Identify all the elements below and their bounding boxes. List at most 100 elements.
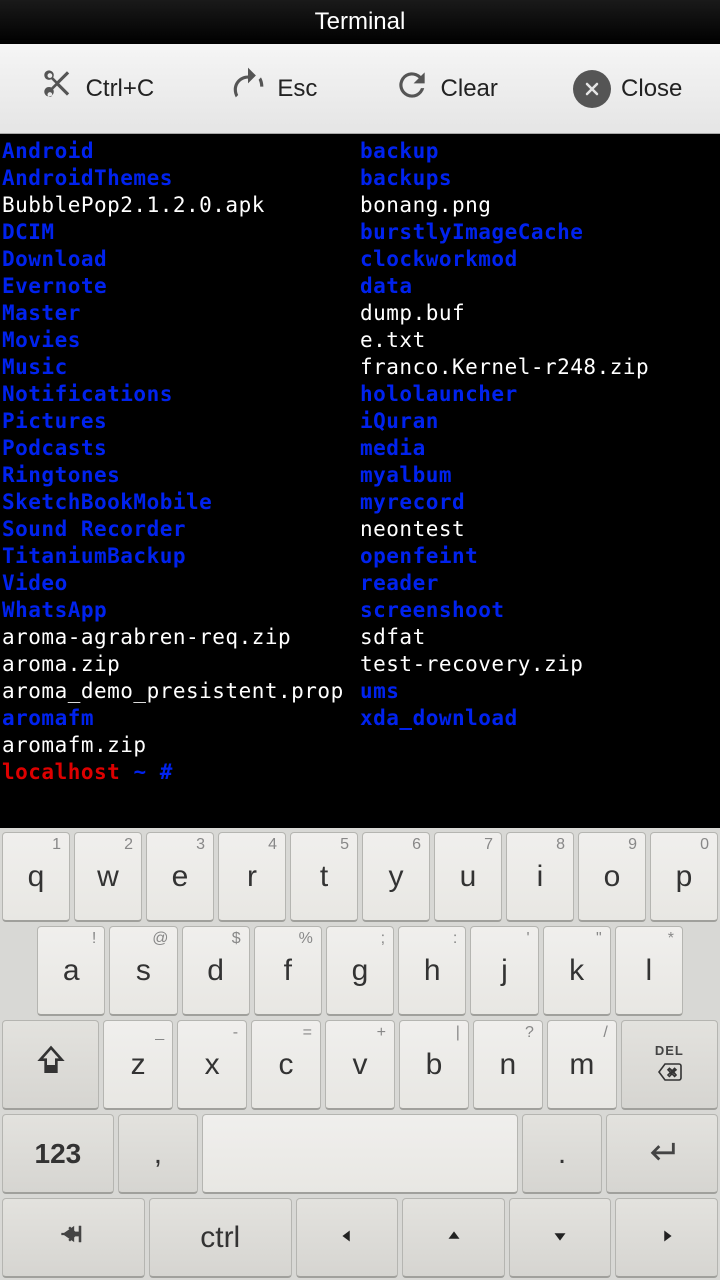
listing-row: BubblePop2.1.2.0.apk bonang.png — [2, 192, 718, 219]
key-i[interactable]: 8i — [506, 832, 574, 922]
key-u[interactable]: 7u — [434, 832, 502, 922]
toolbar: Ctrl+C Esc Clear Close — [0, 44, 720, 134]
key-w[interactable]: 2w — [74, 832, 142, 922]
listing-entry: myalbum — [360, 463, 452, 487]
del-label: DEL — [655, 1043, 684, 1058]
listing-entry: Movies — [2, 328, 81, 352]
key-p[interactable]: 0p — [650, 832, 718, 922]
arrow-left-icon — [336, 1221, 358, 1255]
key-c[interactable]: =c — [251, 1020, 321, 1110]
key-label: a — [63, 954, 80, 988]
listing-entry: Notifications — [2, 382, 173, 406]
key-s[interactable]: @s — [109, 926, 177, 1016]
listing-entry: openfeint — [360, 544, 478, 568]
key-label: l — [645, 954, 652, 988]
key-arrow-right[interactable] — [615, 1198, 718, 1278]
listing-entry: SketchBookMobile — [2, 490, 212, 514]
key-m[interactable]: /m — [547, 1020, 617, 1110]
listing-entry: BubblePop2.1.2.0.apk — [2, 193, 265, 217]
key-x[interactable]: -x — [177, 1020, 247, 1110]
listing-entry: AndroidThemes — [2, 166, 173, 190]
key-superscript: - — [233, 1024, 238, 1042]
key-t[interactable]: 5t — [290, 832, 358, 922]
key-h[interactable]: :h — [398, 926, 466, 1016]
key-superscript: ; — [381, 930, 385, 948]
key-superscript: 2 — [124, 836, 133, 854]
key-label: y — [389, 860, 404, 894]
key-superscript: 8 — [556, 836, 565, 854]
key-k[interactable]: "k — [543, 926, 611, 1016]
close-button[interactable]: Close — [563, 64, 692, 114]
key-label: q — [28, 860, 45, 894]
listing-entry: data — [360, 274, 413, 298]
key-label: w — [97, 860, 119, 894]
key-superscript: 4 — [268, 836, 277, 854]
listing-entry: screenshoot — [360, 598, 505, 622]
listing-entry: bonang.png — [360, 193, 491, 217]
key-period[interactable]: . — [522, 1114, 602, 1194]
listing-row: Sound Recorderneontest — [2, 516, 718, 543]
prompt-host: localhost — [2, 760, 120, 784]
key-tab[interactable] — [2, 1198, 145, 1278]
key-o[interactable]: 9o — [578, 832, 646, 922]
key-j[interactable]: 'j — [470, 926, 538, 1016]
arrow-down-icon — [549, 1221, 571, 1255]
key-superscript: @ — [152, 930, 168, 948]
key-ctrl[interactable]: ctrl — [149, 1198, 292, 1278]
key-superscript: " — [596, 930, 602, 948]
key-shift[interactable] — [2, 1020, 99, 1110]
key-space[interactable] — [202, 1114, 518, 1194]
listing-row: PicturesiQuran — [2, 408, 718, 435]
key-q[interactable]: 1q — [2, 832, 70, 922]
listing-row: Videoreader — [2, 570, 718, 597]
key-enter[interactable] — [606, 1114, 718, 1194]
listing-entry: Evernote — [2, 274, 107, 298]
listing-entry: backups — [360, 166, 452, 190]
key-label: k — [569, 954, 584, 988]
key-arrow-down[interactable] — [509, 1198, 612, 1278]
listing-entry: myrecord — [360, 490, 465, 514]
keyboard: 1q2w3e4r5t6y7u8i9o0p !a@s$d%f;g:h'j"k*l … — [0, 828, 720, 1280]
key-a[interactable]: !a — [37, 926, 105, 1016]
key-label: m — [569, 1048, 594, 1082]
esc-button[interactable]: Esc — [219, 60, 327, 117]
ctrl-c-button[interactable]: Ctrl+C — [28, 60, 165, 117]
key-superscript: 9 — [628, 836, 637, 854]
key-comma[interactable]: , — [118, 1114, 198, 1194]
key-l[interactable]: *l — [615, 926, 683, 1016]
scissors-icon — [38, 66, 76, 111]
listing-entry: aroma_demo_presistent.prop — [2, 679, 344, 703]
key-z[interactable]: _z — [103, 1020, 173, 1110]
key-arrow-up[interactable] — [402, 1198, 505, 1278]
key-delete[interactable]: DEL — [621, 1020, 718, 1110]
key-v[interactable]: +v — [325, 1020, 395, 1110]
clear-button[interactable]: Clear — [383, 60, 508, 117]
key-label: o — [604, 860, 621, 894]
key-superscript: _ — [155, 1024, 164, 1042]
listing-entry: backup — [360, 139, 439, 163]
terminal-output[interactable]: AndroidbackupAndroidThemesbackupsBubbleP… — [0, 134, 720, 828]
key-r[interactable]: 4r — [218, 832, 286, 922]
listing-entry: ums — [360, 679, 399, 703]
key-superscript: * — [668, 930, 674, 948]
listing-entry: Android — [2, 139, 94, 163]
key-e[interactable]: 3e — [146, 832, 214, 922]
key-superscript: 0 — [700, 836, 709, 854]
key-label: h — [424, 954, 441, 988]
key-arrow-left[interactable] — [296, 1198, 399, 1278]
listing-entry: xda_download — [360, 706, 518, 730]
key-d[interactable]: $d — [182, 926, 250, 1016]
listing-entry: Master — [2, 301, 81, 325]
key-g[interactable]: ;g — [326, 926, 394, 1016]
tab-icon — [56, 1220, 90, 1256]
back-arrow-icon — [229, 66, 267, 111]
key-n[interactable]: ?n — [473, 1020, 543, 1110]
listing-entry: Pictures — [2, 409, 107, 433]
key-f[interactable]: %f — [254, 926, 322, 1016]
key-y[interactable]: 6y — [362, 832, 430, 922]
key-superscript: ' — [526, 930, 529, 948]
key-label: z — [131, 1048, 146, 1082]
key-123[interactable]: 123 — [2, 1114, 114, 1194]
key-b[interactable]: |b — [399, 1020, 469, 1110]
key-superscript: 3 — [196, 836, 205, 854]
